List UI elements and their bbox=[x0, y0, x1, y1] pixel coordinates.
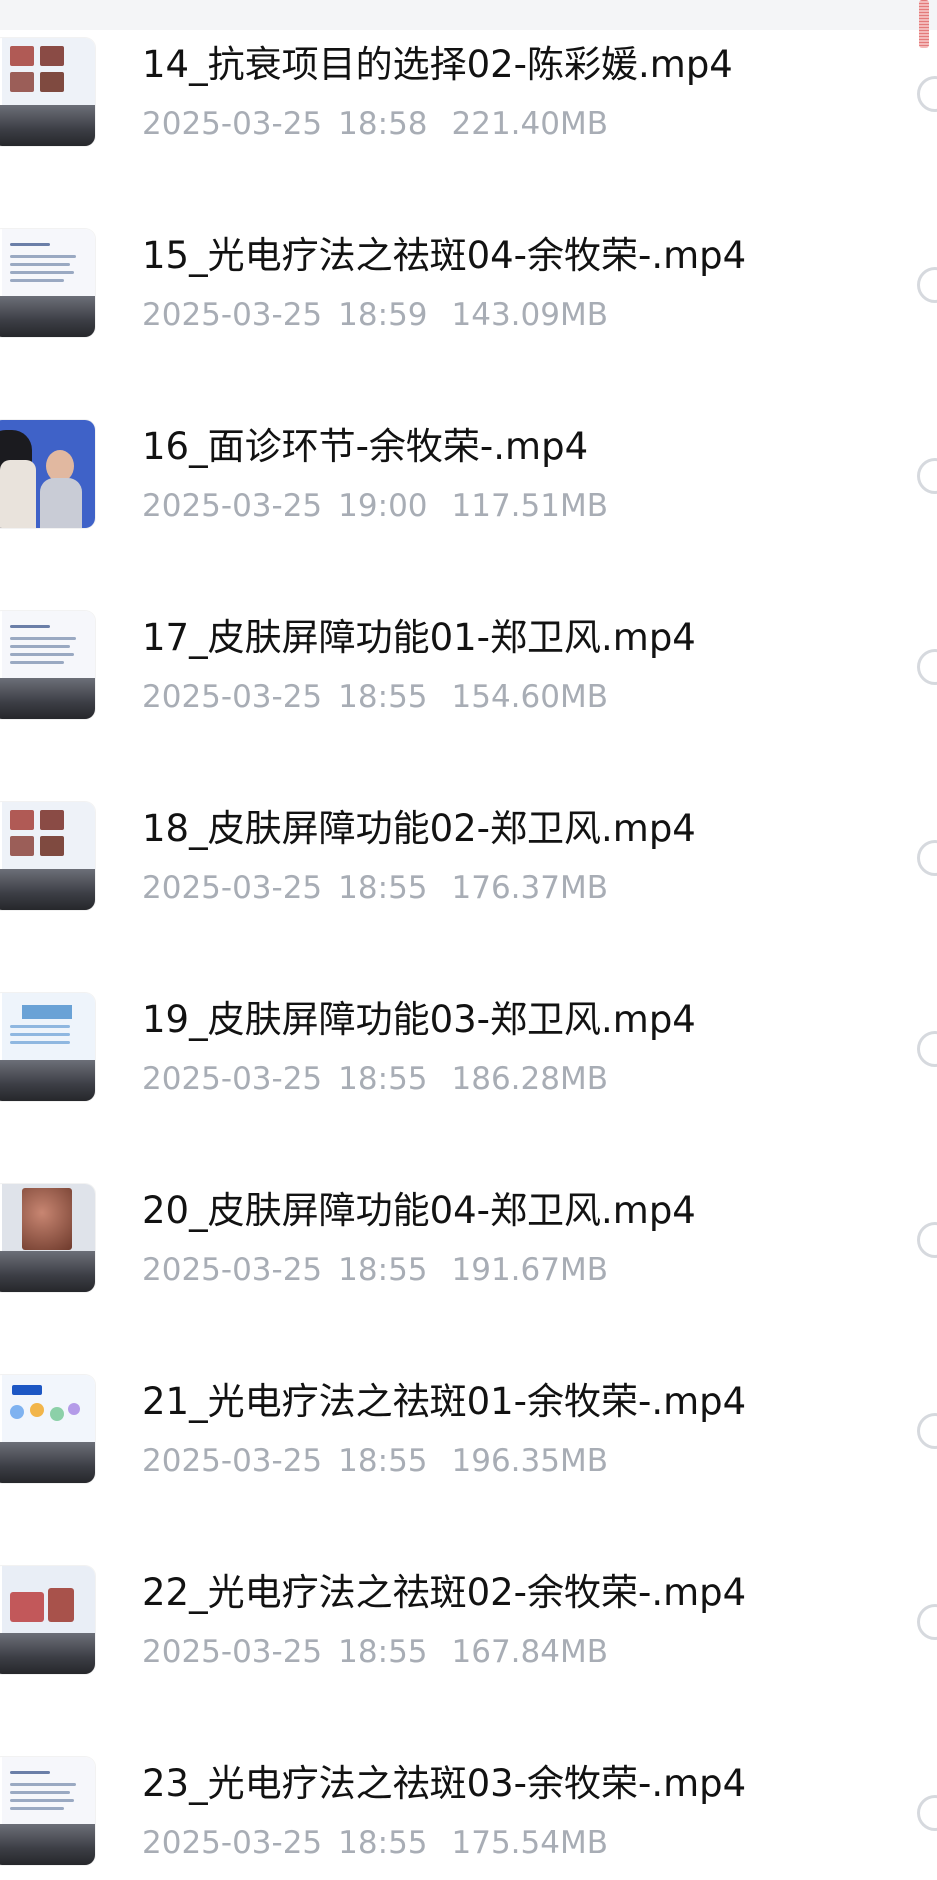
file-size: 176.37MB bbox=[451, 870, 608, 906]
file-name: 22_光电疗法之祛斑02-余牧荣-.mp4 bbox=[142, 1571, 747, 1614]
radio-circle-icon[interactable] bbox=[917, 1222, 937, 1258]
file-meta: 2025-03-25 18:55 154.60MB bbox=[142, 679, 608, 715]
file-row[interactable]: 23_光电疗法之祛斑03-余牧荣-.mp4 2025-03-25 18:55 175.… bbox=[0, 1689, 937, 1880]
file-row[interactable]: 17_皮肤屏障功能01-郑卫风.mp4 2025-03-25 18:55 154.60… bbox=[0, 543, 937, 734]
radio-circle-icon[interactable] bbox=[917, 267, 937, 303]
video-thumbnail-icon bbox=[0, 802, 95, 910]
file-date: 2025-03-25 bbox=[142, 679, 323, 715]
file-size: 117.51MB bbox=[451, 488, 608, 524]
video-thumbnail-icon bbox=[0, 1566, 95, 1674]
file-time: 18:55 bbox=[338, 1252, 428, 1288]
file-time: 18:55 bbox=[338, 1634, 428, 1670]
file-date: 2025-03-25 bbox=[142, 870, 323, 906]
file-row[interactable]: 22_光电疗法之祛斑02-余牧荣-.mp4 2025-03-25 18:55 167.… bbox=[0, 1498, 937, 1689]
radio-circle-icon[interactable] bbox=[917, 840, 937, 876]
file-date: 2025-03-25 bbox=[142, 1825, 323, 1861]
radio-circle-icon[interactable] bbox=[917, 1031, 937, 1067]
file-date: 2025-03-25 bbox=[142, 1252, 323, 1288]
file-time: 18:55 bbox=[338, 870, 428, 906]
video-thumbnail-icon bbox=[0, 993, 95, 1101]
radio-circle-icon[interactable] bbox=[917, 1604, 937, 1640]
file-name: 19_皮肤屏障功能03-郑卫风.mp4 bbox=[142, 998, 696, 1041]
file-size: 196.35MB bbox=[451, 1443, 608, 1479]
file-meta: 2025-03-25 18:55 167.84MB bbox=[142, 1634, 608, 1670]
file-time: 18:55 bbox=[338, 1443, 428, 1479]
video-thumbnail-icon bbox=[0, 229, 95, 337]
file-meta: 2025-03-25 18:55 186.28MB bbox=[142, 1061, 608, 1097]
video-thumbnail-icon bbox=[0, 611, 95, 719]
radio-circle-icon[interactable] bbox=[917, 458, 937, 494]
file-row[interactable]: 14_抗衰项目的选择02-陈彩媛.mp4 2025-03-25 18:58 221.4… bbox=[0, 0, 937, 161]
file-time: 18:55 bbox=[338, 679, 428, 715]
file-row[interactable]: 20_皮肤屏障功能04-郑卫风.mp4 2025-03-25 18:55 191.67… bbox=[0, 1116, 937, 1307]
file-name: 15_光电疗法之祛斑04-余牧荣-.mp4 bbox=[142, 234, 747, 277]
video-thumbnail-icon bbox=[0, 1375, 95, 1483]
file-time: 18:58 bbox=[338, 106, 428, 142]
file-date: 2025-03-25 bbox=[142, 1443, 323, 1479]
radio-circle-icon[interactable] bbox=[917, 76, 937, 112]
file-size: 167.84MB bbox=[451, 1634, 608, 1670]
file-row[interactable]: 21_光电疗法之祛斑01-余牧荣-.mp4 2025-03-25 18:55 196.… bbox=[0, 1307, 937, 1498]
file-name: 20_皮肤屏障功能04-郑卫风.mp4 bbox=[142, 1189, 696, 1232]
video-thumbnail-icon bbox=[0, 420, 95, 528]
file-meta: 2025-03-25 18:55 191.67MB bbox=[142, 1252, 608, 1288]
file-date: 2025-03-25 bbox=[142, 1634, 323, 1670]
file-size: 221.40MB bbox=[451, 106, 608, 142]
radio-circle-icon[interactable] bbox=[917, 1795, 937, 1831]
file-date: 2025-03-25 bbox=[142, 106, 323, 142]
file-name: 23_光电疗法之祛斑03-余牧荣-.mp4 bbox=[142, 1762, 747, 1805]
file-row[interactable]: 19_皮肤屏障功能03-郑卫风.mp4 2025-03-25 18:55 186.28… bbox=[0, 925, 937, 1116]
file-name: 21_光电疗法之祛斑01-余牧荣-.mp4 bbox=[142, 1380, 747, 1423]
file-meta: 2025-03-25 18:58 221.40MB bbox=[142, 106, 608, 142]
file-name: 18_皮肤屏障功能02-郑卫风.mp4 bbox=[142, 807, 696, 850]
file-name: 14_抗衰项目的选择02-陈彩媛.mp4 bbox=[142, 43, 733, 86]
file-size: 175.54MB bbox=[451, 1825, 608, 1861]
file-time: 19:00 bbox=[338, 488, 428, 524]
file-size: 186.28MB bbox=[451, 1061, 608, 1097]
file-meta: 2025-03-25 18:55 175.54MB bbox=[142, 1825, 608, 1861]
file-row[interactable]: 15_光电疗法之祛斑04-余牧荣-.mp4 2025-03-25 18:59 143.… bbox=[0, 161, 937, 352]
file-time: 18:55 bbox=[338, 1061, 428, 1097]
file-time: 18:59 bbox=[338, 297, 428, 333]
file-meta: 2025-03-25 19:00 117.51MB bbox=[142, 488, 608, 524]
file-time: 18:55 bbox=[338, 1825, 428, 1861]
file-name: 16_面诊环节-余牧荣-.mp4 bbox=[142, 425, 589, 468]
file-size: 143.09MB bbox=[451, 297, 608, 333]
radio-circle-icon[interactable] bbox=[917, 649, 937, 685]
file-date: 2025-03-25 bbox=[142, 488, 323, 524]
radio-circle-icon[interactable] bbox=[917, 1413, 937, 1449]
file-name: 17_皮肤屏障功能01-郑卫风.mp4 bbox=[142, 616, 696, 659]
file-date: 2025-03-25 bbox=[142, 1061, 323, 1097]
file-meta: 2025-03-25 18:55 176.37MB bbox=[142, 870, 608, 906]
video-thumbnail-icon bbox=[0, 38, 95, 146]
file-row[interactable]: 18_皮肤屏障功能02-郑卫风.mp4 2025-03-25 18:55 176.37… bbox=[0, 734, 937, 925]
video-thumbnail-icon bbox=[0, 1757, 95, 1865]
file-size: 191.67MB bbox=[451, 1252, 608, 1288]
file-row[interactable]: 16_面诊环节-余牧荣-.mp4 2025-03-25 19:00 117.51MB bbox=[0, 352, 937, 543]
file-size: 154.60MB bbox=[451, 679, 608, 715]
file-meta: 2025-03-25 18:55 196.35MB bbox=[142, 1443, 608, 1479]
video-thumbnail-icon bbox=[0, 1184, 95, 1292]
file-date: 2025-03-25 bbox=[142, 297, 323, 333]
file-meta: 2025-03-25 18:59 143.09MB bbox=[142, 297, 608, 333]
